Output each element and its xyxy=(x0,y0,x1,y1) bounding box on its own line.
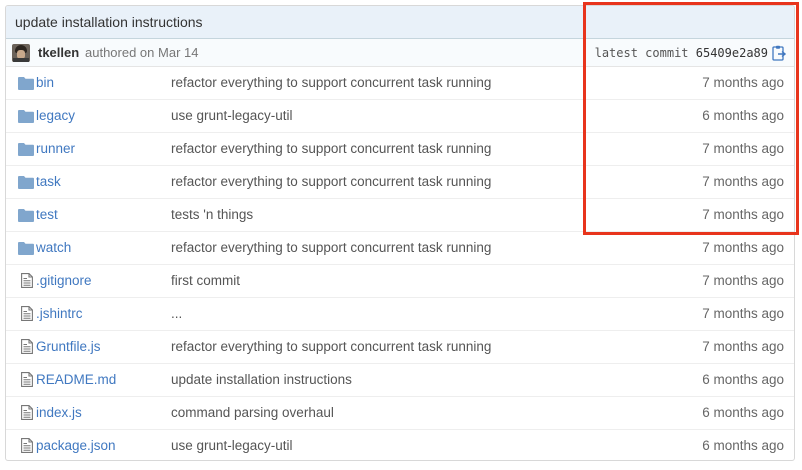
folder-icon xyxy=(18,109,34,124)
folder-icon xyxy=(18,142,34,157)
file-name-link[interactable]: package.json xyxy=(36,438,116,453)
file-name-link[interactable]: README.md xyxy=(36,372,116,387)
commit-age: 7 months ago xyxy=(702,240,784,255)
file-name-link[interactable]: .gitignore xyxy=(36,273,92,288)
file-name-link[interactable]: task xyxy=(36,174,61,189)
commit-age: 6 months ago xyxy=(702,405,784,420)
file-browser: update installation instructions tkellen… xyxy=(5,5,795,461)
commit-title-bar: update installation instructions xyxy=(6,6,794,39)
file-row: index.js command parsing overhaul 6 months… xyxy=(6,397,794,430)
commit-message-link[interactable]: use grunt-legacy-util xyxy=(171,108,293,123)
commit-age: 7 months ago xyxy=(702,306,784,321)
file-name-link[interactable]: Gruntfile.js xyxy=(36,339,101,354)
commit-age: 7 months ago xyxy=(702,75,784,90)
folder-icon xyxy=(18,241,34,256)
commit-sha[interactable]: 65409e2a89 xyxy=(696,46,768,60)
file-name-link[interactable]: runner xyxy=(36,141,75,156)
commit-message-link[interactable]: refactor everything to support concurren… xyxy=(171,339,491,354)
folder-icon xyxy=(18,175,34,190)
file-row: bin refactor everything to support concur… xyxy=(6,67,794,100)
file-name-link[interactable]: index.js xyxy=(36,405,82,420)
commit-age: 7 months ago xyxy=(702,273,784,288)
file-row: legacy use grunt-legacy-util 6 months ago xyxy=(6,100,794,133)
latest-commit-text: latest commit xyxy=(594,46,689,60)
avatar[interactable] xyxy=(12,44,30,62)
commit-message-link[interactable]: refactor everything to support concurren… xyxy=(171,141,491,156)
file-row: .jshintrc... 7 months ago xyxy=(6,298,794,331)
file-row: Gruntfile.js refactor everything to suppo… xyxy=(6,331,794,364)
commit-message-link[interactable]: use grunt-legacy-util xyxy=(171,438,293,453)
file-name-link[interactable]: bin xyxy=(36,75,54,90)
commit-message-link[interactable]: ... xyxy=(171,306,182,321)
commit-meta-bar: tkellen authored on Mar 14 latest commit… xyxy=(6,39,794,67)
commit-age: 7 months ago xyxy=(702,174,784,189)
folder-icon xyxy=(18,76,34,91)
commit-message-link[interactable]: tests 'n things xyxy=(171,207,253,222)
commit-age: 7 months ago xyxy=(702,141,784,156)
file-row: watch refactor everything to support conc… xyxy=(6,232,794,265)
file-icon xyxy=(21,372,37,387)
commit-author[interactable]: tkellen xyxy=(38,45,79,60)
commit-message-link[interactable]: first commit xyxy=(171,273,240,288)
file-row: test tests 'n things 7 months ago xyxy=(6,199,794,232)
file-row: README.md update installation instruction… xyxy=(6,364,794,397)
commit-message-link[interactable]: refactor everything to support concurren… xyxy=(171,75,491,90)
commit-message-link[interactable]: refactor everything to support concurren… xyxy=(171,174,491,189)
file-list: bin refactor everything to support concur… xyxy=(6,67,794,460)
commit-age: 6 months ago xyxy=(702,372,784,387)
file-row: task refactor everything to support concu… xyxy=(6,166,794,199)
file-icon xyxy=(21,306,37,321)
commit-message-link[interactable]: update installation instructions xyxy=(171,372,352,387)
latest-commit-label: latest commit 65409e2a89 xyxy=(595,46,768,60)
file-name-link[interactable]: test xyxy=(36,207,58,222)
file-name-link[interactable]: .jshintrc xyxy=(36,306,83,321)
commit-age: 6 months ago xyxy=(702,438,784,453)
commit-age: 7 months ago xyxy=(702,339,784,354)
file-icon xyxy=(21,405,37,420)
file-icon xyxy=(21,438,37,453)
file-icon xyxy=(21,339,37,354)
commit-age: 6 months ago xyxy=(702,108,784,123)
file-name-link[interactable]: watch xyxy=(36,240,71,255)
file-row: package.json use grunt-legacy-util 6 month… xyxy=(6,430,794,460)
commit-authored-date: authored on Mar 14 xyxy=(85,45,199,60)
file-name-link[interactable]: legacy xyxy=(36,108,75,123)
file-row: runner refactor everything to support con… xyxy=(6,133,794,166)
file-row: .gitignore first commit 7 months ago xyxy=(6,265,794,298)
file-icon xyxy=(21,273,37,288)
commit-message[interactable]: update installation instructions xyxy=(15,14,203,30)
commit-age: 7 months ago xyxy=(702,207,784,222)
folder-icon xyxy=(18,208,34,223)
clipboard-icon[interactable] xyxy=(772,45,786,61)
commit-message-link[interactable]: command parsing overhaul xyxy=(171,405,334,420)
commit-message-link[interactable]: refactor everything to support concurren… xyxy=(171,240,491,255)
